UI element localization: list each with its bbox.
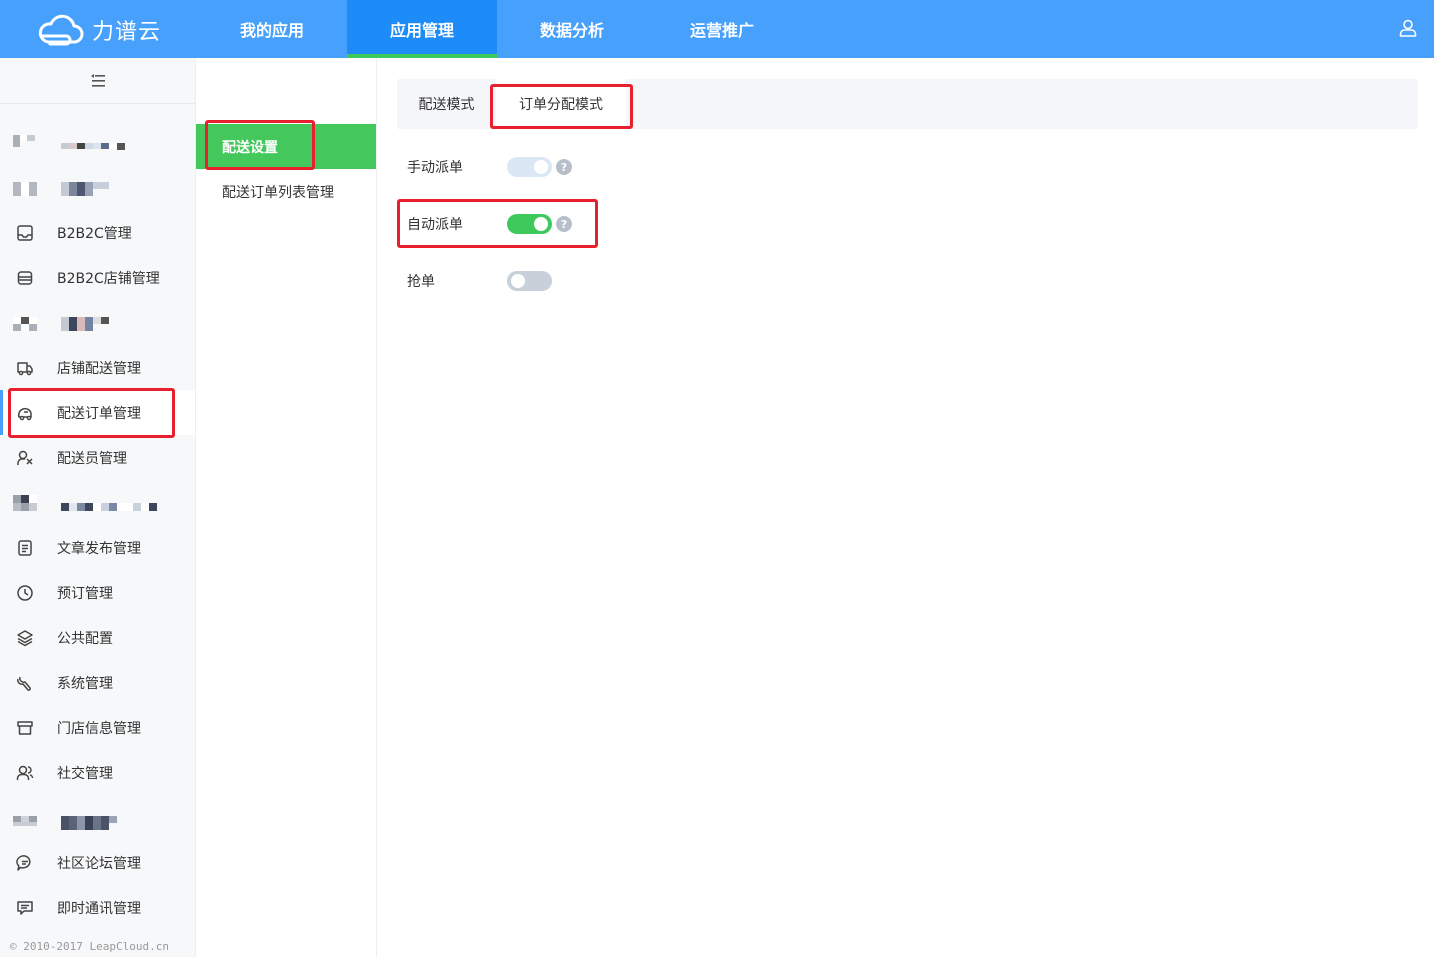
sidebar-item-label: 配送订单管理: [57, 405, 141, 422]
shop-icon: [17, 720, 33, 735]
obscured-icon-lower: [13, 324, 37, 331]
nav-data-analysis[interactable]: 数据分析: [497, 0, 647, 58]
sidebar-item-couriers[interactable]: 配送员管理: [0, 435, 195, 480]
nav-app-management[interactable]: 应用管理: [347, 0, 497, 58]
obscured-icon-lower: [13, 822, 37, 826]
obscured-label: [61, 503, 157, 511]
obscured-icon: [13, 135, 35, 147]
store-icon: [17, 270, 33, 285]
layers-icon: [17, 629, 33, 646]
sidebar-item-label: 店铺配送管理: [57, 360, 141, 377]
help-icon[interactable]: ?: [556, 159, 572, 175]
sidebar-item-articles[interactable]: 文章发布管理: [0, 525, 195, 570]
obscured-label: [61, 182, 109, 196]
sidebar-item-label: 预订管理: [57, 585, 113, 602]
delivery-order-icon: [17, 407, 32, 420]
sidebar-item-delivery-orders[interactable]: 配送订单管理: [0, 390, 195, 435]
obscured-label: [61, 143, 125, 150]
app-logo[interactable]: 力谱云: [36, 12, 161, 48]
clock-icon: [17, 584, 33, 601]
sidebar-item-label: B2B2C店铺管理: [57, 270, 160, 287]
nav-operations-promotion[interactable]: 运营推广: [647, 0, 797, 58]
sidebar-item-store-info[interactable]: 门店信息管理: [0, 705, 195, 750]
sub-navigation: 配送设置 配送订单列表管理: [196, 58, 377, 957]
chat-icon: [17, 900, 33, 915]
obscured-icon: [13, 317, 37, 324]
sidebar-item-instant-messaging[interactable]: 即时通讯管理: [0, 885, 195, 930]
subnav-delivery-settings[interactable]: 配送设置: [196, 124, 376, 169]
sidebar-item-label: 社区论坛管理: [57, 855, 141, 872]
obscured-label: [61, 317, 109, 331]
help-icon[interactable]: ?: [556, 216, 572, 232]
sidebar-item-obscured-4[interactable]: [0, 480, 195, 525]
courier-icon: [17, 450, 33, 465]
sidebar-item-store-delivery[interactable]: 店铺配送管理: [0, 345, 195, 390]
settings-tabs: 配送模式 订单分配模式: [397, 79, 1418, 129]
obscured-icon-lower: [13, 503, 37, 511]
setting-label: 手动派单: [407, 160, 463, 176]
sidebar-item-label: 系统管理: [57, 675, 113, 692]
logo-text: 力谱云: [92, 20, 162, 45]
sidebar-item-label: 文章发布管理: [57, 540, 141, 557]
setting-label: 抢单: [407, 274, 435, 290]
sidebar-item-obscured-2[interactable]: [0, 165, 195, 210]
sidebar-item-obscured-1[interactable]: [0, 120, 195, 165]
grab-order-toggle[interactable]: [507, 271, 552, 291]
sidebar-item-system[interactable]: 系统管理: [0, 660, 195, 705]
manual-dispatch-toggle[interactable]: [507, 157, 552, 177]
sidebar-item-b2b2c-store[interactable]: B2B2C店铺管理: [0, 255, 195, 300]
menu-collapse-icon: [90, 73, 105, 87]
b2b2c-icon: [17, 224, 33, 241]
sidebar-item-label: 门店信息管理: [57, 720, 141, 737]
sidebar-item-reservations[interactable]: 预订管理: [0, 570, 195, 615]
obscured-icon: [13, 495, 37, 503]
document-icon: [18, 539, 32, 556]
sidebar: B2B2C管理 B2B2C店铺管理 店铺配送管理 配送订单管理 配送员管理 文章…: [0, 58, 196, 957]
top-navigation-bar: 力谱云 我的应用 应用管理 数据分析 运营推广: [0, 0, 1434, 58]
sidebar-item-social[interactable]: 社交管理: [0, 750, 195, 795]
cloud-logo-icon: [38, 14, 84, 46]
tab-delivery-mode[interactable]: 配送模式: [397, 79, 496, 129]
subnav-delivery-order-list[interactable]: 配送订单列表管理: [196, 169, 376, 214]
user-icon[interactable]: [1398, 18, 1418, 38]
setting-label: 自动派单: [407, 217, 463, 233]
sidebar-item-obscured-5[interactable]: [0, 795, 195, 840]
sidebar-item-label: 配送员管理: [57, 450, 127, 467]
sidebar-collapse-button[interactable]: [0, 58, 195, 104]
tab-order-assignment-mode[interactable]: 订单分配模式: [496, 79, 626, 129]
wrench-icon: [17, 676, 31, 691]
sidebar-item-label: 即时通讯管理: [57, 900, 141, 917]
auto-dispatch-toggle[interactable]: [507, 214, 552, 234]
nav-my-apps[interactable]: 我的应用: [197, 0, 347, 58]
sidebar-item-label: 公共配置: [57, 630, 113, 647]
forum-icon: [16, 854, 31, 871]
truck-icon: [17, 361, 33, 375]
sidebar-item-label: B2B2C管理: [57, 225, 132, 242]
sidebar-item-b2b2c[interactable]: B2B2C管理: [0, 210, 195, 255]
sidebar-item-obscured-3[interactable]: [0, 300, 195, 345]
sidebar-item-label: 社交管理: [57, 765, 113, 782]
obscured-label: [61, 816, 117, 830]
users-icon: [16, 765, 34, 780]
sidebar-item-public-config[interactable]: 公共配置: [0, 615, 195, 660]
sidebar-item-forum[interactable]: 社区论坛管理: [0, 840, 195, 885]
copyright-footer: © 2010-2017 LeapCloud.cn: [10, 940, 169, 953]
obscured-icon: [13, 182, 37, 196]
